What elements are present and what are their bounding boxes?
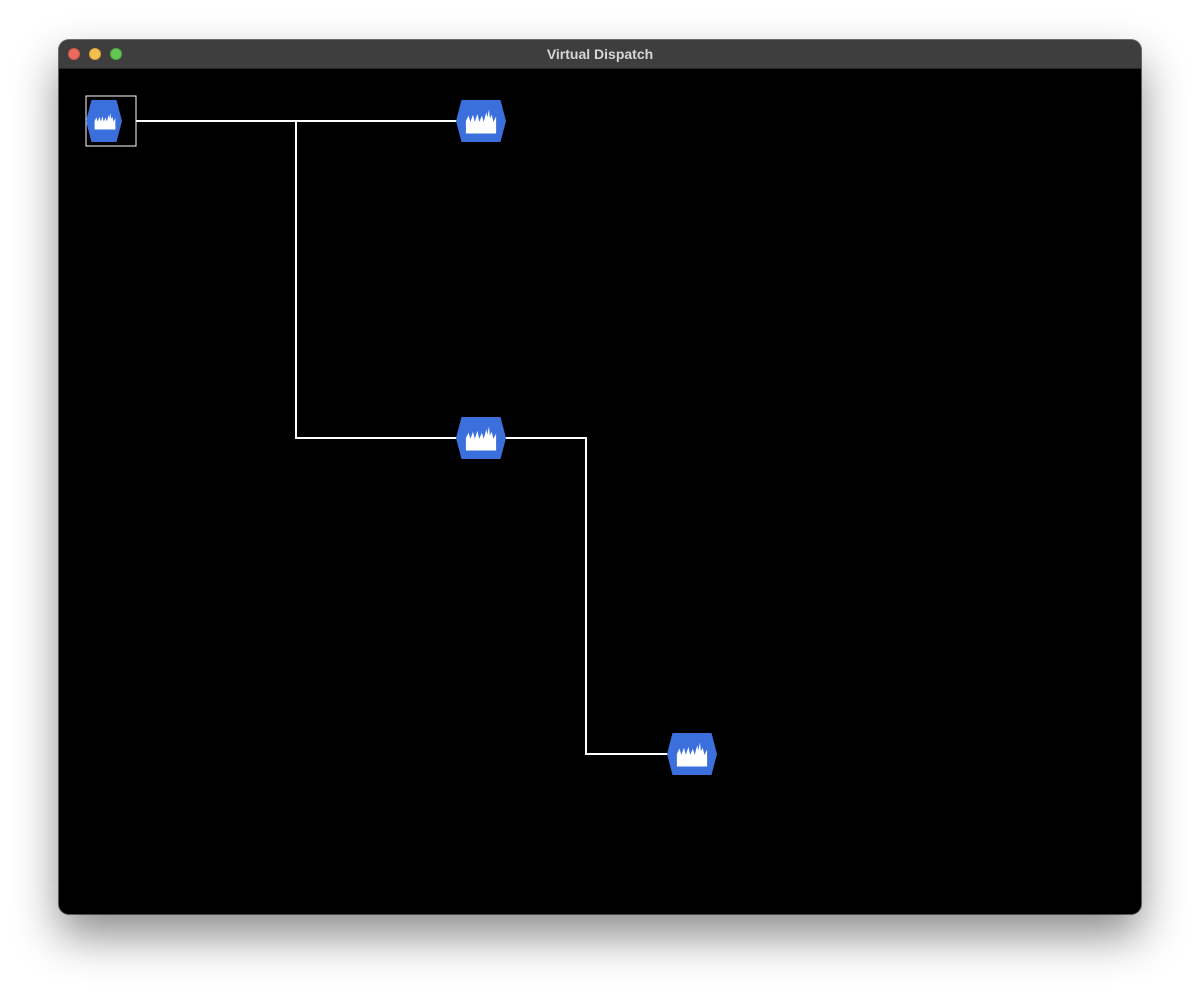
edge-node3-node4[interactable] <box>482 437 692 755</box>
connection-lines <box>136 120 692 755</box>
dispatch-node-1[interactable] <box>85 95 137 147</box>
network-diagram <box>85 95 717 775</box>
title-bar[interactable]: Virtual Dispatch <box>59 40 1141 69</box>
dispatch-node-2[interactable] <box>456 100 506 142</box>
dispatch-canvas[interactable] <box>59 69 1141 914</box>
dispatch-node-3[interactable] <box>456 417 506 459</box>
app-window: Virtual Dispatch <box>59 40 1141 914</box>
edge-node1-node3[interactable] <box>295 121 480 439</box>
dispatch-node-4[interactable] <box>667 733 717 775</box>
window-title: Virtual Dispatch <box>546 46 654 62</box>
hexagon-node-shape <box>86 100 122 142</box>
